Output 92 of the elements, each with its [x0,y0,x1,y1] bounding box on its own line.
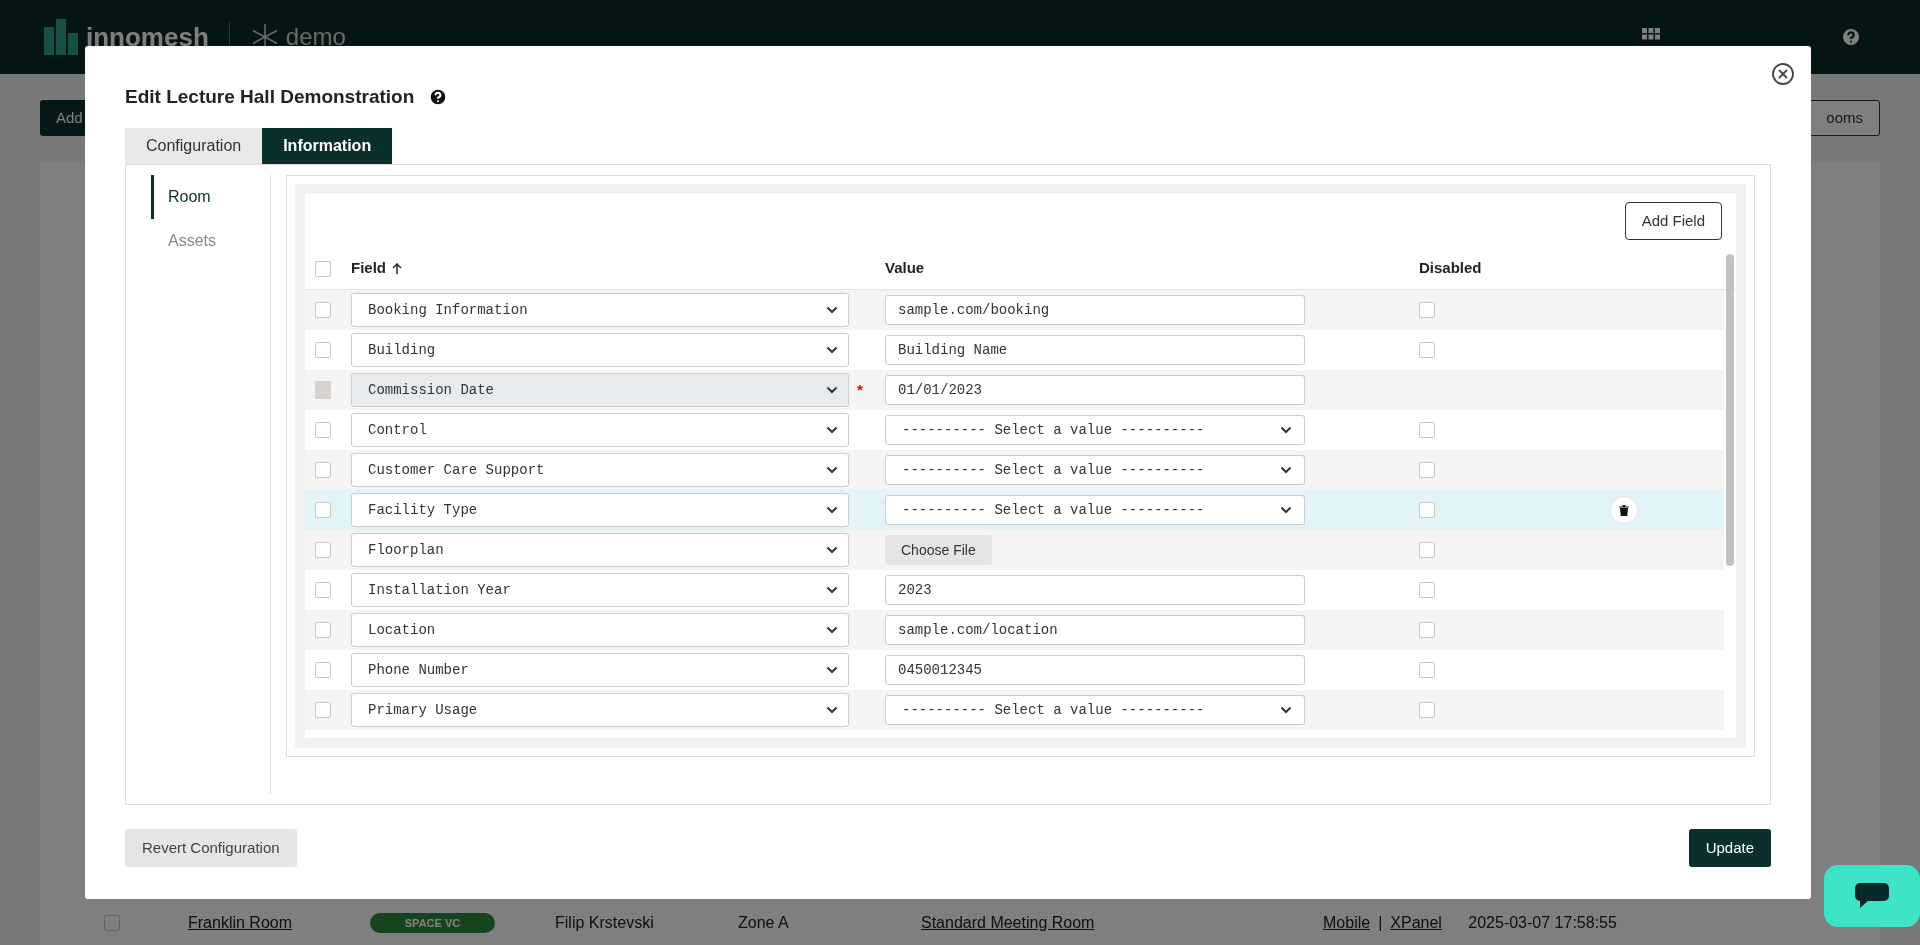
column-header[interactable]: Field [351,257,386,280]
checkbox[interactable] [1419,502,1435,518]
chevron-down-icon [826,626,838,634]
checkbox[interactable] [1419,582,1435,598]
checkbox[interactable] [315,302,331,318]
checkbox[interactable] [104,915,120,931]
value-input[interactable]: 0450012345 [885,655,1305,685]
checkbox[interactable] [315,542,331,558]
checkbox[interactable] [315,622,331,638]
checkbox[interactable] [315,260,331,277]
add-field-button[interactable]: Add Field [1624,202,1722,240]
choose-file-button[interactable]: Choose File [885,535,992,565]
field-select[interactable]: Floorplan [351,533,849,567]
revert-button[interactable]: Revert Configuration [125,829,297,867]
checkbox[interactable] [1419,662,1435,678]
checkbox[interactable] [315,502,331,518]
chevron-down-icon [1280,426,1292,434]
chevron-down-icon [826,586,838,594]
checkbox[interactable] [1419,342,1435,358]
close-icon [1771,62,1795,86]
chevron-down-icon [826,506,838,514]
dialog-title: Edit Lecture Hall Demonstration [125,84,415,109]
arrow-up-icon [392,262,402,275]
tab[interactable]: Configuration [125,128,263,164]
checkbox[interactable] [1419,302,1435,318]
owner-name: Filip Krstevski [555,913,655,933]
chevron-down-icon [826,546,838,554]
checkbox[interactable] [1419,462,1435,478]
chevron-down-icon [826,386,838,394]
chevron-down-icon [1280,506,1292,514]
column-header[interactable]: Value [885,259,925,277]
side-nav-item[interactable]: Assets [151,219,270,263]
checkbox[interactable] [1419,622,1435,638]
checkbox[interactable] [1419,542,1435,558]
field-select[interactable]: Booking Information [351,293,849,327]
xpanel-link[interactable]: XPanel [1390,911,1461,935]
chevron-down-icon [826,666,838,674]
value-input[interactable]: 2023 [885,575,1305,605]
checkbox[interactable] [1419,422,1435,438]
logo-text: innomesh [86,20,209,54]
chevron-down-icon [826,706,838,714]
link-separator: | [1378,913,1383,933]
required-asterisk: * [857,379,863,400]
chevron-down-icon [826,466,838,474]
field-select[interactable]: Building [351,333,849,367]
rooms-button[interactable]: ooms [1809,100,1880,136]
space-tag: SPACE VC [370,913,495,933]
value-input[interactable]: 01/01/2023 [885,375,1305,405]
field-select[interactable]: Phone Number [351,653,849,687]
value-select[interactable]: ---------- Select a value ---------- [885,455,1305,485]
field-select[interactable]: Primary Usage [351,693,849,727]
zone-name: Zone A [738,913,790,933]
chevron-down-icon [826,306,838,314]
timestamp: 2025-03-07 17:58:55 [1468,913,1617,933]
field-select[interactable]: Customer Care Support [351,453,849,487]
scrollbar[interactable] [1726,254,1734,566]
update-button[interactable]: Update [1688,829,1771,867]
field-select[interactable]: Location [351,613,849,647]
chat-button[interactable] [1824,865,1920,927]
value-input[interactable]: sample.com/location [885,615,1305,645]
checkbox[interactable] [315,582,331,598]
value-input[interactable]: sample.com/booking [885,295,1305,325]
field-select[interactable]: Facility Type [351,493,849,527]
column-header[interactable]: Disabled [1419,259,1482,277]
field-select[interactable]: Control [351,413,849,447]
value-select[interactable]: ---------- Select a value ---------- [885,695,1305,725]
trash-icon [1618,504,1629,516]
room-link[interactable]: Franklin Room [188,911,370,935]
tenant-name: demo [285,22,346,52]
chat-bubble-icon [1854,881,1890,911]
logo-icon [44,19,80,55]
delete-button[interactable] [1609,496,1638,524]
template-link[interactable]: Standard Meeting Room [921,911,1323,935]
chevron-down-icon [826,426,838,434]
value-select[interactable]: ---------- Select a value ---------- [885,415,1305,445]
mobile-link[interactable]: Mobile [1323,911,1371,935]
chevron-down-icon [826,346,838,354]
checkbox[interactable] [315,702,331,718]
checkbox[interactable] [315,422,331,438]
close-button[interactable] [1771,62,1795,86]
chevron-down-icon [1280,706,1292,714]
field-select[interactable]: Commission Date [351,373,849,407]
tab[interactable]: Information [262,128,393,164]
value-input[interactable]: Building Name [885,335,1305,365]
chevron-down-icon [1280,466,1292,474]
checkbox[interactable] [315,662,331,678]
checkbox[interactable] [315,342,331,358]
checkbox[interactable] [315,462,331,478]
checkbox[interactable] [1419,702,1435,718]
side-nav-item[interactable]: Room [151,175,270,219]
value-select[interactable]: ---------- Select a value ---------- [885,495,1305,525]
field-select[interactable]: Installation Year [351,573,849,607]
